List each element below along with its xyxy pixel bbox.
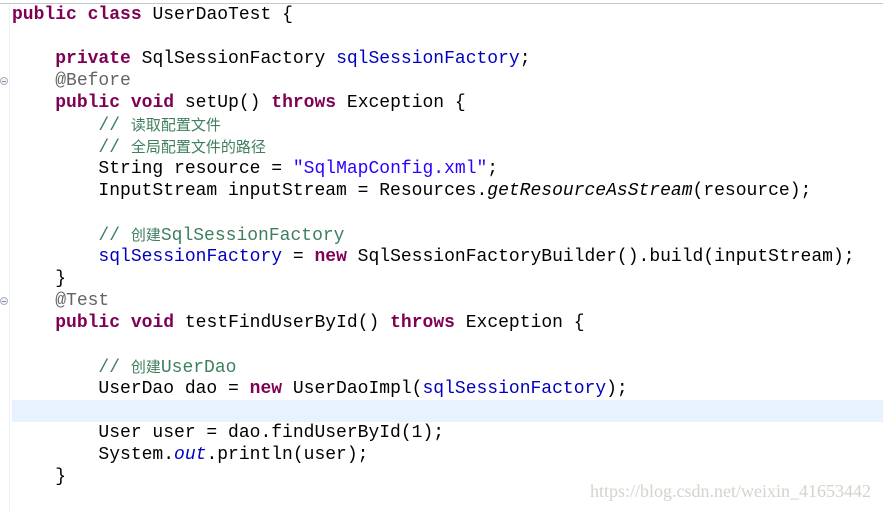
- comment-token: 创建: [130, 358, 161, 376]
- editor-gutter: [0, 4, 10, 511]
- fold-collapse-icon[interactable]: [0, 297, 8, 305]
- keyword-token: public: [55, 313, 121, 333]
- code-token: UserDaoTest {: [141, 5, 293, 25]
- code-line[interactable]: @Before: [12, 70, 883, 92]
- comment-token: //: [98, 116, 131, 136]
- field-token: sqlSessionFactory: [98, 247, 283, 267]
- code-line[interactable]: // 读取配置文件: [12, 114, 883, 136]
- code-line[interactable]: }: [12, 268, 883, 290]
- watermark: https://blog.csdn.net/weixin_41653442: [590, 481, 871, 501]
- keyword-token: void: [130, 313, 175, 333]
- code-line[interactable]: // 创建SqlSessionFactory: [12, 224, 883, 246]
- code-token: testFindUserById(): [174, 313, 391, 333]
- code-line[interactable]: InputStream inputStream = Resources.getR…: [12, 180, 883, 202]
- keyword-token: throws: [271, 93, 337, 113]
- comment-token: //: [98, 358, 131, 378]
- code-line[interactable]: User user = dao.findUserById(1);: [12, 422, 883, 444]
- keyword-token: public: [55, 93, 121, 113]
- code-token: InputStream inputStream = Resources.: [12, 181, 488, 201]
- code-token: String resource =: [12, 159, 293, 179]
- code-line[interactable]: [12, 334, 883, 356]
- code-line[interactable]: UserDao dao = new UserDaoImpl(sqlSession…: [12, 378, 883, 400]
- code-token: =: [282, 247, 315, 267]
- code-line[interactable]: String resource = "SqlMapConfig.xml";: [12, 158, 883, 180]
- keyword-token: new: [249, 379, 283, 399]
- code-line[interactable]: public void setUp() throws Exception {: [12, 92, 883, 114]
- annotation-token: @Before: [55, 71, 131, 91]
- code-line[interactable]: // 创建UserDao: [12, 356, 883, 378]
- keyword-token: void: [130, 93, 175, 113]
- code-token: Exception {: [336, 93, 466, 113]
- field-token: sqlSessionFactory: [422, 379, 607, 399]
- code-token: User user = dao.findUserById(1);: [12, 423, 445, 443]
- comment-token: 创建: [130, 226, 161, 244]
- comment-token: UserDao: [160, 358, 237, 378]
- code-line[interactable]: @Test: [12, 290, 883, 312]
- code-editor[interactable]: public class UserDaoTest { private SqlSe…: [12, 4, 883, 488]
- code-token: );: [606, 379, 628, 399]
- comment-token: 全局配置文件的路径: [130, 138, 266, 156]
- code-token: UserDao dao =: [12, 379, 250, 399]
- string-token: "SqlMapConfig.xml": [292, 159, 488, 179]
- method-token: getResourceAsStream: [487, 181, 693, 201]
- code-token: SqlSessionFactoryBuilder().build(inputSt…: [346, 247, 855, 267]
- code-token: .println(user);: [206, 445, 369, 465]
- code-token: ;: [519, 49, 531, 69]
- code-line[interactable]: [12, 202, 883, 224]
- code-token: (resource);: [692, 181, 812, 201]
- code-line[interactable]: System.out.println(user);: [12, 444, 883, 466]
- code-line[interactable]: private SqlSessionFactory sqlSessionFact…: [12, 48, 883, 70]
- comment-token: 读取配置文件: [130, 116, 221, 134]
- field-token: sqlSessionFactory: [336, 49, 520, 69]
- code-token: setUp(): [174, 93, 272, 113]
- code-token: }: [12, 269, 67, 289]
- code-line[interactable]: public class UserDaoTest {: [12, 4, 883, 26]
- keyword-token: private: [55, 49, 131, 69]
- keyword-token: new: [314, 247, 347, 267]
- code-token: SqlSessionFactory: [130, 49, 337, 69]
- comment-token: //: [98, 138, 131, 158]
- keyword-token: public: [12, 5, 77, 25]
- code-token: UserDaoImpl(: [282, 379, 423, 399]
- current-code-line[interactable]: [12, 400, 883, 422]
- code-token: }: [12, 467, 67, 487]
- code-token: System.: [12, 445, 175, 465]
- code-token: Exception {: [454, 313, 585, 333]
- code-token: ;: [487, 159, 499, 179]
- static-field-token: out: [174, 445, 207, 465]
- code-line[interactable]: // 全局配置文件的路径: [12, 136, 883, 158]
- code-line[interactable]: [12, 26, 883, 48]
- fold-collapse-icon[interactable]: [0, 77, 8, 85]
- code-line[interactable]: public void testFindUserById() throws Ex…: [12, 312, 883, 334]
- annotation-token: @Test: [55, 291, 110, 311]
- keyword-token: throws: [390, 313, 455, 333]
- comment-token: //: [98, 226, 131, 246]
- keyword-token: class: [87, 5, 142, 25]
- code-line[interactable]: sqlSessionFactory = new SqlSessionFactor…: [12, 246, 883, 268]
- comment-token: SqlSessionFactory: [160, 226, 345, 246]
